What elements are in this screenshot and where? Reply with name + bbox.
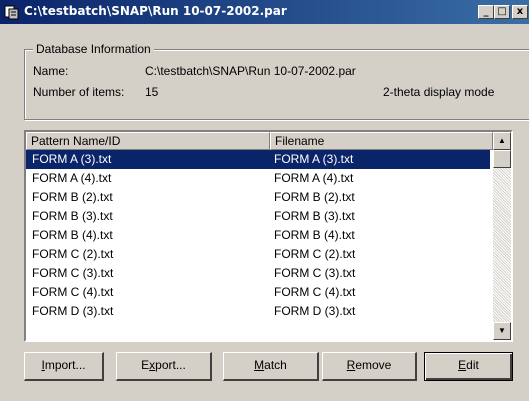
title-bar[interactable]: C:\testbatch\SNAP\Run 10-07-2002.par _ □… <box>0 0 529 24</box>
items-label: Number of items: <box>33 85 125 99</box>
filename-cell: FORM A (4).txt <box>274 171 354 185</box>
list-row[interactable]: FORM D (3).txt FORM D (3).txt <box>26 302 490 321</box>
filename-cell: FORM A (3).txt <box>274 152 354 166</box>
filename-cell: FORM B (3).txt <box>274 209 355 223</box>
match-mnemonic: M <box>254 358 265 372</box>
filename-cell: FORM D (3).txt <box>274 304 356 318</box>
list-row[interactable]: FORM B (2).txt FORM B (2).txt <box>26 188 490 207</box>
pattern-name-cell: FORM C (4).txt <box>32 285 114 299</box>
remove-button[interactable]: Remove <box>322 352 417 381</box>
pattern-name-cell: FORM B (2).txt <box>32 190 113 204</box>
list-row[interactable]: FORM C (3).txt FORM C (3).txt <box>26 264 490 283</box>
match-label: atch <box>264 358 287 372</box>
list-row[interactable]: FORM A (3).txt FORM A (3).txt <box>26 150 490 169</box>
maximize-button[interactable]: □ <box>494 5 510 19</box>
pattern-name-cell: FORM C (3).txt <box>32 266 114 280</box>
filename-cell: FORM B (2).txt <box>274 190 355 204</box>
filename-cell: FORM C (4).txt <box>274 285 356 299</box>
minimize-button[interactable]: _ <box>478 5 494 19</box>
list-row[interactable]: FORM B (4).txt FORM B (4).txt <box>26 226 490 245</box>
import-label: mport... <box>44 358 86 372</box>
group-label: Database Information <box>33 42 154 56</box>
filename-cell: FORM C (3).txt <box>274 266 356 280</box>
remove-mnemonic: R <box>346 358 356 372</box>
scroll-up-button[interactable]: ▲ <box>493 132 511 150</box>
import-button[interactable]: Import... <box>24 352 104 381</box>
edit-button[interactable]: Edit <box>424 352 513 381</box>
scroll-down-button[interactable]: ▼ <box>493 322 511 340</box>
pattern-list[interactable]: Pattern Name/ID Filename FORM A (3).txt … <box>24 130 513 342</box>
pattern-name-cell: FORM A (4).txt <box>32 171 112 185</box>
list-row[interactable]: FORM A (4).txt FORM A (4).txt <box>26 169 490 188</box>
filename-cell: FORM C (2).txt <box>274 247 356 261</box>
app-icon <box>4 5 19 20</box>
pattern-name-cell: FORM C (2).txt <box>32 247 114 261</box>
vertical-scrollbar[interactable]: ▲ ▼ <box>493 132 511 340</box>
list-row[interactable]: FORM B (3).txt FORM B (3).txt <box>26 207 490 226</box>
pattern-name-cell: FORM B (4).txt <box>32 228 113 242</box>
column-header-filename[interactable]: Filename <box>270 132 493 150</box>
display-mode: 2-theta display mode <box>383 85 495 99</box>
window-title: C:\testbatch\SNAP\Run 10-07-2002.par <box>24 4 287 18</box>
scroll-thumb[interactable] <box>493 150 511 168</box>
edit-mnemonic: E <box>458 358 467 372</box>
column-header-pattern[interactable]: Pattern Name/ID <box>26 132 270 150</box>
pattern-name-cell: FORM A (3).txt <box>32 152 112 166</box>
edit-label: dit <box>466 358 479 372</box>
filename-cell: FORM B (4).txt <box>274 228 355 242</box>
items-value: 15 <box>145 85 159 99</box>
list-row[interactable]: FORM C (2).txt FORM C (2).txt <box>26 245 490 264</box>
pattern-name-cell: FORM D (3).txt <box>32 304 114 318</box>
list-row[interactable]: FORM C (4).txt FORM C (4).txt <box>26 283 490 302</box>
export-label: port... <box>155 358 186 372</box>
match-button[interactable]: Match <box>223 352 319 381</box>
name-value: C:\testbatch\SNAP\Run 10-07-2002.par <box>145 64 356 78</box>
close-button[interactable]: x <box>512 5 528 19</box>
export-button[interactable]: Export... <box>116 352 212 381</box>
name-label: Name: <box>33 64 69 78</box>
remove-label: emove <box>355 358 392 372</box>
export-label-pre: E <box>141 358 150 372</box>
pattern-name-cell: FORM B (3).txt <box>32 209 113 223</box>
